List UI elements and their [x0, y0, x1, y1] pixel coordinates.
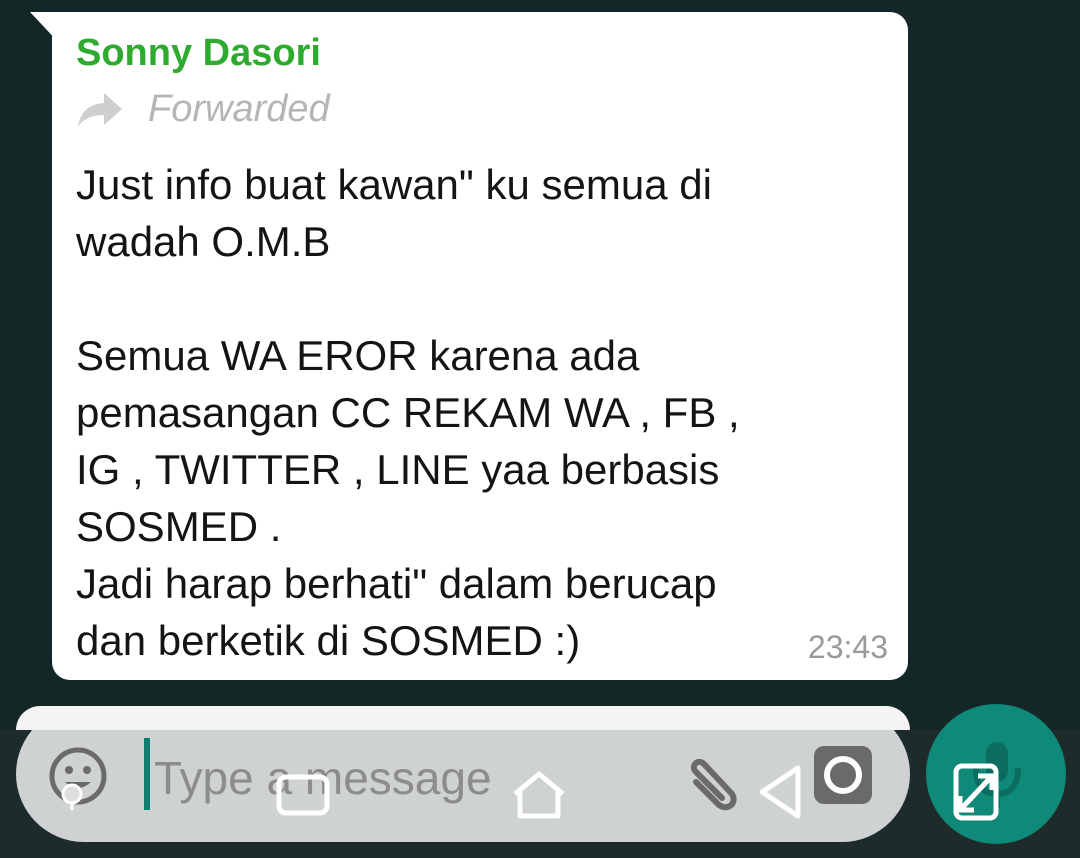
home-icon[interactable]	[510, 770, 568, 820]
chat-screen: Sonny Dasori Forwarded Just info buat ka…	[0, 0, 1080, 858]
message-timestamp: 23:43	[807, 629, 888, 665]
message-line: dan berketik di SOSMED :)	[76, 617, 581, 664]
text-cursor	[144, 738, 150, 810]
paperclip-icon[interactable]	[676, 746, 746, 816]
sender-name[interactable]: Sonny Dasori	[76, 32, 321, 75]
microphone-icon	[953, 742, 1021, 821]
message-line: Semua WA EROR karena ada	[76, 332, 640, 379]
composer-highlight	[16, 706, 910, 730]
recents-icon[interactable]	[274, 772, 332, 818]
emoji-icon[interactable]	[46, 746, 110, 810]
message-line	[76, 270, 876, 327]
message-composer	[16, 706, 910, 842]
chat-area: Sonny Dasori Forwarded Just info buat ka…	[0, 0, 1080, 730]
camera-icon[interactable]	[812, 744, 874, 806]
microphone-button[interactable]	[926, 704, 1066, 844]
message-line: IG , TWITTER , LINE yaa berbasis	[76, 446, 720, 493]
message-line: pemasangan CC REKAM WA , FB ,	[76, 389, 740, 436]
forwarded-indicator: Forwarded	[76, 88, 330, 131]
forward-arrow-icon	[76, 91, 124, 129]
message-line: wadah O.M.B	[76, 218, 331, 265]
message-text: Just info buat kawan" ku semua di wadah …	[76, 156, 876, 669]
forwarded-label: Forwarded	[148, 88, 330, 130]
message-line: Jadi harap berhati" dalam berucap	[76, 560, 717, 607]
message-line: SOSMED .	[76, 503, 282, 550]
back-icon[interactable]	[756, 764, 804, 820]
message-line: Just info buat kawan" ku semua di	[76, 161, 712, 208]
message-bubble[interactable]: Sonny Dasori Forwarded Just info buat ka…	[52, 12, 908, 680]
